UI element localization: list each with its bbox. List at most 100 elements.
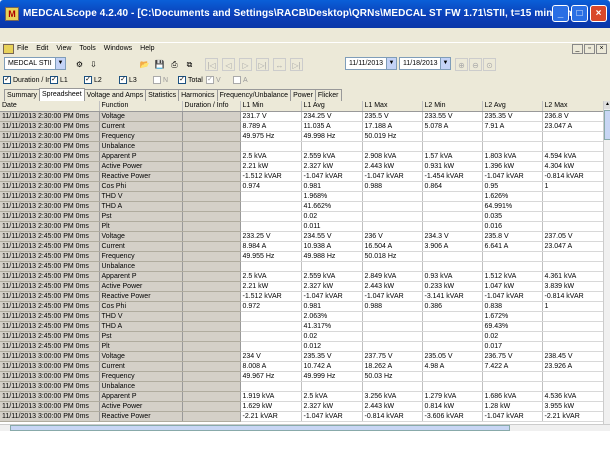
table-row[interactable]: 11/11/2013 2:30:00 PM 0ms THD A 41.662% 64.…: [0, 201, 603, 212]
table-row[interactable]: 11/11/2013 2:45:00 PM 0ms Voltage 233.25 V…: [0, 231, 603, 242]
check-icon[interactable]: ✓: [206, 76, 214, 84]
check-icon[interactable]: ✓: [50, 76, 58, 84]
zoom-reset-icon[interactable]: ⊙: [483, 58, 496, 71]
total-checkbox[interactable]: ✓ Total: [178, 76, 203, 84]
table-row[interactable]: 11/11/2013 3:00:00 PM 0ms Apparent P 1.919…: [0, 391, 603, 402]
table-row[interactable]: 11/11/2013 2:45:00 PM 0ms Unbalance: [0, 261, 603, 272]
vertical-scrollbar[interactable]: ▲: [603, 101, 610, 424]
download-icon[interactable]: ⇩: [87, 58, 100, 71]
menu-file[interactable]: File: [17, 45, 28, 52]
prev-icon[interactable]: ◁: [222, 58, 235, 71]
tab-voltage-and-amps[interactable]: Voltage and Amps: [83, 89, 147, 101]
checkbox-empty-icon[interactable]: [153, 76, 161, 84]
table-row[interactable]: 11/11/2013 3:00:00 PM 0ms Unbalance: [0, 381, 603, 392]
doc-minimize-button[interactable]: _: [572, 44, 583, 54]
table-row[interactable]: 11/11/2013 2:45:00 PM 0ms Plt 0.012 0.017: [0, 341, 603, 352]
check-icon[interactable]: ✓: [3, 76, 11, 84]
column-header[interactable]: L1 Max: [362, 101, 423, 112]
check-icon[interactable]: ✓: [178, 76, 186, 84]
l3-checkbox[interactable]: ✓ L3: [119, 76, 137, 84]
column-header[interactable]: L2 Min: [422, 101, 483, 112]
last-icon[interactable]: ▷|: [256, 58, 269, 71]
device-select[interactable]: MEDCAL STII ▼: [4, 57, 66, 70]
tab-power[interactable]: Power: [290, 89, 316, 101]
menu-windows[interactable]: Windows: [104, 45, 132, 52]
table-row[interactable]: 11/11/2013 2:45:00 PM 0ms Pst 0.02 0.02: [0, 331, 603, 342]
first-icon[interactable]: |◁: [205, 58, 218, 71]
table-row[interactable]: 11/11/2013 2:30:00 PM 0ms Cos Phi 0.974 0.9…: [0, 181, 603, 192]
table-row[interactable]: 11/11/2013 2:45:00 PM 0ms Reactive Power -…: [0, 291, 603, 302]
minimize-button[interactable]: _: [552, 5, 569, 22]
print-icon[interactable]: ⎙: [168, 58, 181, 71]
table-row[interactable]: 11/11/2013 2:30:00 PM 0ms Plt 0.011 0.016: [0, 221, 603, 232]
table-row[interactable]: 11/11/2013 3:00:00 PM 0ms Active Power 1.6…: [0, 401, 603, 412]
table-row[interactable]: 11/11/2013 2:30:00 PM 0ms Current 8.789 A1…: [0, 121, 603, 132]
check-icon[interactable]: ✓: [119, 76, 127, 84]
copy-icon[interactable]: ⧉: [183, 58, 196, 71]
table-row[interactable]: 11/11/2013 2:30:00 PM 0ms Apparent P 2.5 k…: [0, 151, 603, 162]
scroll-up-icon[interactable]: ▲: [604, 101, 610, 109]
l2-checkbox[interactable]: ✓ L2: [84, 76, 102, 84]
open-folder-icon[interactable]: 📂: [138, 58, 151, 71]
date-from-select[interactable]: 11/11/2013 ▼: [345, 57, 397, 70]
tab-summary[interactable]: Summary: [4, 89, 40, 101]
menu-tools[interactable]: Tools: [79, 45, 95, 52]
table-row[interactable]: 11/11/2013 2:30:00 PM 0ms Reactive Power -…: [0, 171, 603, 182]
tab-spreadsheet[interactable]: Spreadsheet: [38, 88, 85, 101]
table-row[interactable]: 11/11/2013 2:30:00 PM 0ms Pst 0.02 0.035: [0, 211, 603, 222]
chevron-down-icon[interactable]: ▼: [386, 58, 396, 69]
horizontal-scroll-thumb[interactable]: [10, 425, 510, 431]
table-row[interactable]: 11/11/2013 2:30:00 PM 0ms Voltage 231.7 V2…: [0, 111, 603, 122]
date-to-select[interactable]: 11/18/2013 ▼: [399, 57, 451, 70]
table-row[interactable]: 11/11/2013 2:45:00 PM 0ms THD V 2.063% 1.67…: [0, 311, 603, 322]
maximize-button[interactable]: □: [571, 5, 588, 22]
tab-statistics[interactable]: Statistics: [145, 89, 180, 101]
tab-harmonics[interactable]: Harmonics: [178, 89, 218, 101]
table-row[interactable]: 11/11/2013 3:00:00 PM 0ms Frequency 49.967…: [0, 371, 603, 382]
horizontal-scrollbar[interactable]: [0, 424, 610, 431]
stretch-icon[interactable]: ↔: [273, 58, 286, 71]
end-icon[interactable]: ▷|: [290, 58, 303, 71]
settings-icon[interactable]: ⚙: [73, 58, 86, 71]
column-header[interactable]: Function: [99, 101, 183, 112]
table-row[interactable]: 11/11/2013 2:45:00 PM 0ms Frequency 49.955…: [0, 251, 603, 262]
table-row[interactable]: 11/11/2013 2:45:00 PM 0ms Current 8.984 A1…: [0, 241, 603, 252]
next-icon[interactable]: ▷: [239, 58, 252, 71]
tab-frequency-unbalance[interactable]: Frequency/Unbalance: [216, 89, 292, 101]
close-button[interactable]: ×: [590, 5, 607, 22]
table-row[interactable]: 11/11/2013 2:45:00 PM 0ms Active Power 2.2…: [0, 281, 603, 292]
document-icon[interactable]: [3, 44, 14, 54]
a-checkbox[interactable]: A: [233, 76, 248, 84]
table-row[interactable]: 11/11/2013 2:30:00 PM 0ms Active Power 2.2…: [0, 161, 603, 172]
checkbox-empty-icon[interactable]: [233, 76, 241, 84]
check-icon[interactable]: ✓: [84, 76, 92, 84]
chevron-down-icon[interactable]: ▼: [55, 58, 65, 69]
table-row[interactable]: 11/11/2013 2:30:00 PM 0ms THD V 1.968% 1.62…: [0, 191, 603, 202]
duration-info-checkbox[interactable]: ✓ Duration / Info: [3, 76, 57, 84]
column-header[interactable]: Date: [0, 101, 100, 112]
vertical-scroll-thumb[interactable]: [604, 110, 610, 140]
spreadsheet-grid[interactable]: Date Function Duration / Info L1 Min L1 Avg L…: [0, 101, 603, 424]
table-row[interactable]: 11/11/2013 2:45:00 PM 0ms Cos Phi 0.972 0.9…: [0, 301, 603, 312]
column-header[interactable]: L1 Min: [240, 101, 302, 112]
table-row[interactable]: 11/11/2013 2:45:00 PM 0ms THD A 41.317% 69.…: [0, 321, 603, 332]
column-header[interactable]: L1 Avg: [301, 101, 363, 112]
doc-restore-button[interactable]: ▫: [584, 44, 595, 54]
table-row[interactable]: 11/11/2013 2:30:00 PM 0ms Unbalance: [0, 141, 603, 152]
column-header[interactable]: Duration / Info: [182, 101, 241, 112]
column-header[interactable]: L2 Avg: [482, 101, 543, 112]
table-row[interactable]: 11/11/2013 3:00:00 PM 0ms Voltage 234 V 235…: [0, 351, 603, 362]
menu-edit[interactable]: Edit: [36, 45, 48, 52]
table-row[interactable]: 11/11/2013 3:00:00 PM 0ms Current 8.008 A1…: [0, 361, 603, 372]
table-row[interactable]: 11/11/2013 2:45:00 PM 0ms Apparent P 2.5 k…: [0, 271, 603, 282]
zoom-in-icon[interactable]: ⊕: [455, 58, 468, 71]
menu-help[interactable]: Help: [140, 45, 154, 52]
table-row[interactable]: 11/11/2013 3:00:00 PM 0ms Reactive Power -…: [0, 411, 603, 422]
chevron-down-icon[interactable]: ▼: [440, 58, 450, 69]
zoom-out-icon[interactable]: ⊖: [469, 58, 482, 71]
l1-checkbox[interactable]: ✓ L1: [50, 76, 68, 84]
doc-close-button[interactable]: ×: [596, 44, 607, 54]
save-icon[interactable]: 💾: [153, 58, 166, 71]
v-checkbox[interactable]: ✓ V: [206, 76, 221, 84]
tab-flicker[interactable]: Flicker: [314, 89, 342, 101]
